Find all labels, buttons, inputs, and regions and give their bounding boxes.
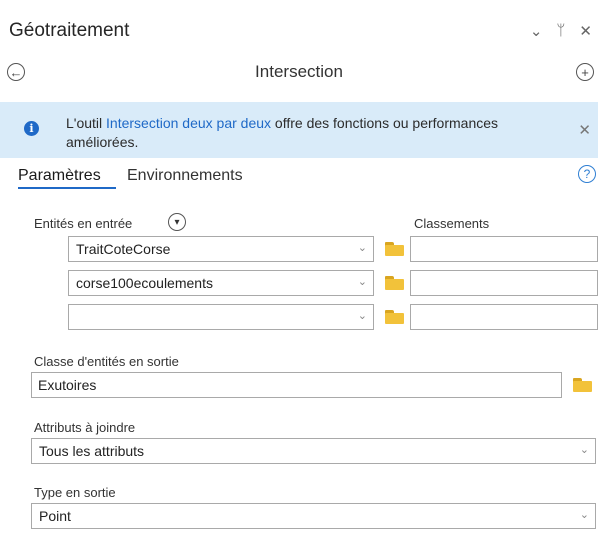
info-message: L'outil Intersection deux par deux offre… (66, 114, 526, 152)
plus-icon: + (581, 64, 589, 80)
output-feature-class-field[interactable]: Exutoires (31, 372, 562, 398)
close-icon[interactable]: ✕ (579, 22, 592, 40)
info-icon: i (24, 121, 39, 136)
tool-name: Intersection (255, 62, 343, 81)
folder-icon[interactable] (385, 310, 404, 324)
info-text-before: L'outil (66, 115, 107, 131)
chevron-down-icon[interactable]: ⌄ (580, 508, 589, 521)
panel-title: Géotraitement (9, 20, 130, 41)
folder-icon[interactable] (573, 378, 592, 392)
help-icon[interactable]: ? (578, 165, 596, 183)
window-controls: ⌄ ᛘ ✕ (530, 22, 592, 40)
chevron-down-icon[interactable]: ⌄ (358, 309, 367, 322)
rank-field-3[interactable] (410, 304, 598, 330)
chevron-down-icon[interactable]: ⌄ (358, 241, 367, 254)
tab-environments[interactable]: Environnements (127, 167, 243, 185)
input-feature-value-1: TraitCoteCorse (76, 241, 171, 257)
tab-parameters[interactable]: Paramètres (18, 167, 101, 185)
rank-field-1[interactable] (410, 236, 598, 262)
join-attributes-select[interactable]: Tous les attributs ⌄ (31, 438, 596, 464)
add-button[interactable]: + (576, 63, 594, 81)
output-type-value: Point (39, 508, 71, 524)
minimize-icon[interactable]: ⌄ (530, 22, 543, 40)
ranks-label: Classements (414, 216, 490, 231)
input-features-label: Entités en entrée (34, 216, 133, 231)
output-type-select[interactable]: Point ⌄ (31, 503, 596, 529)
output-type-label: Type en sortie (34, 485, 116, 500)
folder-icon[interactable] (385, 242, 404, 256)
rank-field-2[interactable] (410, 270, 598, 296)
output-feature-class-label: Classe d'entités en sortie (34, 354, 179, 369)
input-feature-combo-2[interactable]: corse100ecoulements ⌄ (68, 270, 374, 296)
input-feature-value-2: corse100ecoulements (76, 275, 213, 291)
join-attributes-label: Attributs à joindre (34, 420, 136, 435)
info-link[interactable]: Intersection deux par deux (106, 115, 271, 131)
chevron-down-icon[interactable]: ⌄ (580, 443, 589, 456)
chevron-down-icon[interactable]: ⌄ (358, 275, 367, 288)
input-feature-combo-3[interactable]: ⌄ (68, 304, 374, 330)
expand-inputs-button[interactable]: ▾ (168, 213, 186, 231)
folder-icon[interactable] (385, 276, 404, 290)
info-close-icon[interactable]: ✕ (578, 121, 591, 139)
active-tab-indicator (18, 187, 116, 189)
input-feature-combo-1[interactable]: TraitCoteCorse ⌄ (68, 236, 374, 262)
chevron-down-icon: ▾ (174, 216, 180, 228)
join-attributes-value: Tous les attributs (39, 443, 145, 459)
output-feature-class-value: Exutoires (38, 377, 97, 393)
pin-icon[interactable]: ᛘ (556, 22, 565, 40)
